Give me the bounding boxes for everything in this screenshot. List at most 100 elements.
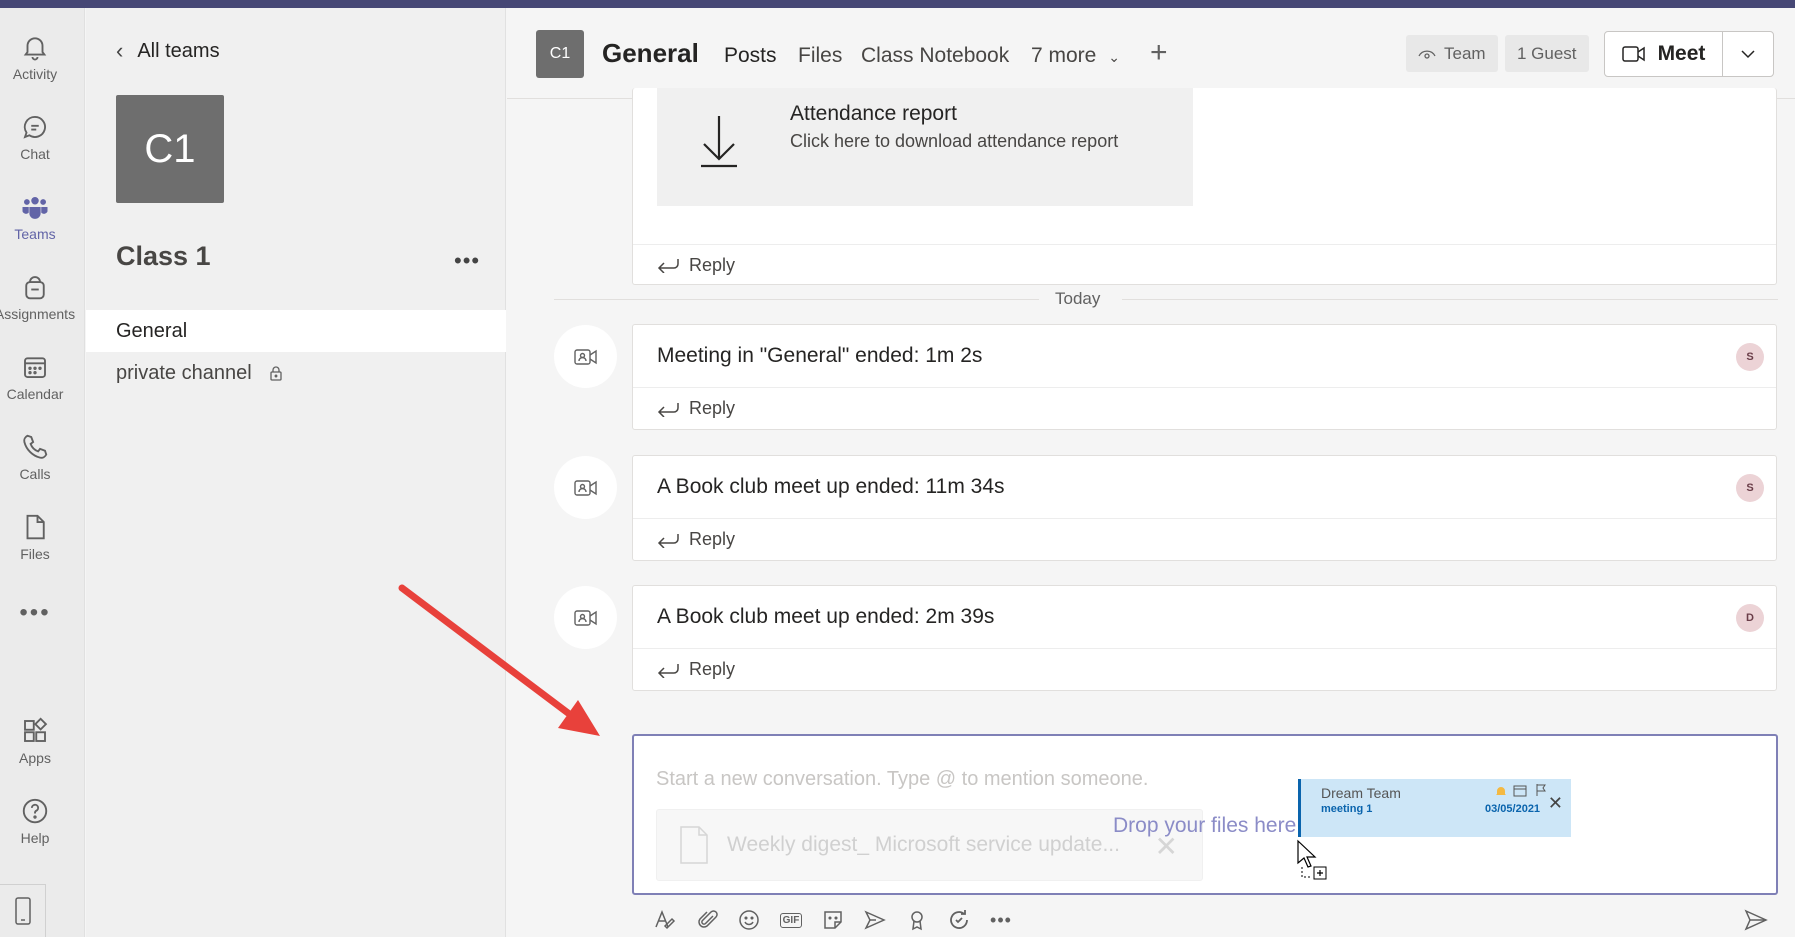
tab-posts[interactable]: Posts	[724, 44, 777, 68]
chevron-down-icon: ⌄	[1108, 49, 1120, 65]
attachment-subtitle: Click here to download attendance report	[790, 131, 1119, 151]
attach-icon[interactable]	[695, 907, 721, 933]
meet-now-icon[interactable]	[862, 907, 888, 933]
reply-arrow-icon	[657, 402, 679, 417]
loop-icon[interactable]	[946, 907, 972, 933]
message-text: A Book club meet up ended: 11m 34s	[657, 475, 1005, 498]
rail-label: Activity	[12, 66, 58, 82]
reply-arrow-icon	[657, 259, 679, 273]
file-icon	[26, 514, 45, 540]
reply-label: Reply	[689, 529, 736, 549]
team-more-options-icon[interactable]: •••	[454, 248, 480, 274]
message-text: A Book club meet up ended: 2m 39s	[657, 605, 995, 628]
rail-item-teams[interactable]: Teams	[0, 182, 70, 252]
rail-label: Help	[20, 830, 50, 846]
message-body: A Book club meet up ended: 11m 34s S	[633, 456, 1776, 519]
apps-icon	[24, 717, 48, 742]
emoji-icon[interactable]	[736, 907, 762, 933]
channel-private[interactable]: private channel	[86, 352, 506, 394]
chat-icon	[23, 116, 46, 139]
reply-label: Reply	[689, 398, 736, 418]
compose-box[interactable]: Start a new conversation. Type @ to ment…	[632, 734, 1778, 895]
compose-toolbar: GIF •••	[632, 901, 1778, 937]
channel-general[interactable]: General	[86, 310, 506, 352]
reply-button[interactable]: Reply	[633, 244, 1776, 285]
tab-more[interactable]: 7 more ⌄	[1031, 44, 1120, 68]
team-pill-label: Team	[1444, 43, 1486, 63]
close-icon: ✕	[1547, 793, 1563, 813]
team-avatar[interactable]: C1	[116, 95, 224, 203]
rail-item-files[interactable]: Files	[0, 502, 70, 572]
email-date: 03/05/2021	[1485, 803, 1541, 815]
annotation-arrow	[398, 584, 600, 736]
compose-placeholder[interactable]: Start a new conversation. Type @ to ment…	[656, 768, 1148, 791]
tab-more-label: 7 more	[1031, 44, 1097, 67]
rail-label: Teams	[14, 226, 56, 242]
meeting-event-icon	[554, 325, 617, 388]
meet-button[interactable]: Meet	[1605, 32, 1723, 76]
bell-icon	[1496, 787, 1506, 795]
rail-item-activity[interactable]: Activity	[0, 22, 70, 92]
send-icon[interactable]	[1743, 907, 1769, 933]
meet-label: Meet	[1657, 42, 1706, 65]
message-text: Meeting in "General" ended: 1m 2s	[657, 344, 983, 367]
rail-item-assignments[interactable]: Assignments	[0, 262, 75, 332]
rail-label: Calls	[19, 466, 51, 482]
channel-label: private channel	[116, 361, 252, 384]
app-top-bar	[0, 0, 1795, 8]
drop-files-hint: Drop your files here	[1113, 814, 1297, 837]
reply-button[interactable]: Reply	[633, 649, 1776, 690]
channel-label: General	[116, 319, 188, 342]
participant-avatar[interactable]: S	[1736, 343, 1764, 371]
reply-button[interactable]: Reply	[633, 388, 1776, 429]
attendance-report-attachment[interactable]: Attendance report Click here to download…	[657, 88, 1193, 206]
download-icon	[701, 116, 737, 168]
rail-item-calls[interactable]: Calls	[0, 422, 70, 492]
rail-label: Apps	[19, 750, 51, 766]
document-icon	[680, 826, 708, 864]
reply-label: Reply	[689, 659, 736, 679]
rail-item-calendar[interactable]: Calendar	[0, 342, 70, 412]
tab-files[interactable]: Files	[798, 44, 842, 68]
all-teams-back-link[interactable]: ‹ All teams	[116, 38, 220, 64]
teams-icon	[22, 197, 48, 219]
team-name: Class 1	[116, 241, 211, 271]
more-options-icon[interactable]: •••	[988, 907, 1014, 933]
channel-title: General	[602, 38, 699, 68]
chevron-left-icon: ‹	[116, 38, 124, 63]
reply-button[interactable]: Reply	[633, 519, 1776, 560]
team-sidebar: ‹ All teams C1 Class 1 ••• General priva…	[86, 8, 506, 937]
help-icon	[22, 798, 48, 824]
rail-more-icon[interactable]: •••	[0, 598, 70, 628]
attachment-title: Attendance report	[790, 102, 957, 125]
mobile-device-button[interactable]	[0, 884, 46, 937]
mobile-icon	[14, 897, 31, 925]
meeting-message-card: A Book club meet up ended: 2m 39s D Repl…	[632, 585, 1777, 691]
team-pill[interactable]: Team	[1406, 35, 1498, 72]
participant-avatar[interactable]: D	[1736, 604, 1764, 632]
video-camera-icon	[1621, 46, 1645, 62]
calendar-icon	[24, 357, 46, 378]
rail-item-chat[interactable]: Chat	[0, 102, 70, 172]
divider-line	[1122, 299, 1778, 300]
tab-class-notebook[interactable]: Class Notebook	[861, 44, 1009, 68]
sticker-icon[interactable]	[820, 907, 846, 933]
message-body: Meeting in "General" ended: 1m 2s S	[633, 325, 1776, 388]
channel-main: C1 General Posts Files Class Notebook 7 …	[507, 8, 1795, 937]
rail-item-apps[interactable]: Apps	[0, 706, 70, 776]
channel-avatar: C1	[536, 30, 584, 78]
attachment-message-card: Attendance report Click here to download…	[632, 88, 1777, 285]
meeting-message-card: Meeting in "General" ended: 1m 2s S Repl…	[632, 324, 1777, 430]
add-tab-icon[interactable]: +	[1150, 36, 1168, 70]
format-icon[interactable]	[652, 907, 678, 933]
bell-icon	[23, 37, 47, 61]
assignments-icon	[25, 276, 45, 300]
guest-pill[interactable]: 1 Guest	[1505, 35, 1589, 72]
praise-icon[interactable]	[904, 907, 930, 933]
reply-arrow-icon	[657, 663, 679, 678]
gif-icon[interactable]: GIF	[778, 907, 804, 933]
rail-item-help[interactable]: Help	[0, 786, 70, 856]
participant-avatar[interactable]: S	[1736, 474, 1764, 502]
app-rail: Activity Chat Teams Assignments Calendar…	[0, 8, 85, 937]
meet-dropdown-chevron-icon[interactable]	[1723, 32, 1773, 76]
